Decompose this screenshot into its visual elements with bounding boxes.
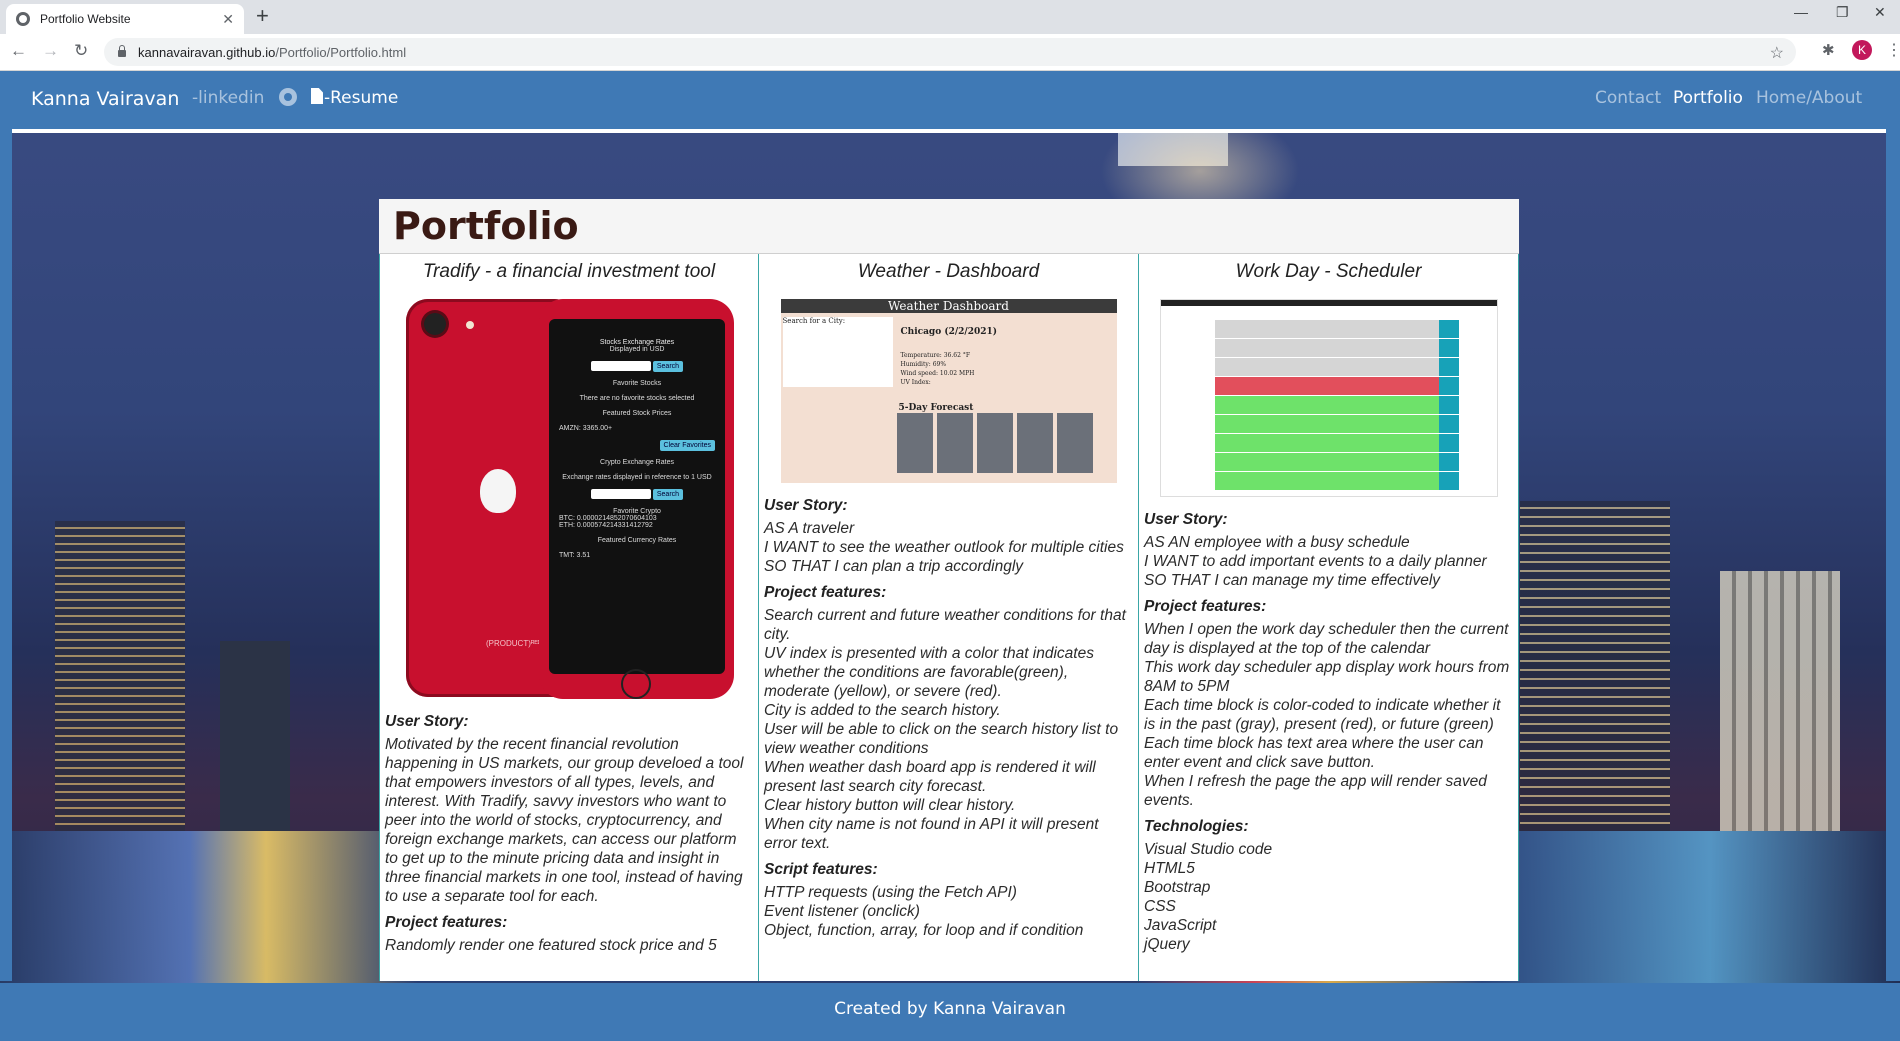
browser-toolbar: ← → ↻ kannavairavan.github.io/Portfolio/… [0,34,1900,71]
restore-icon[interactable]: ❐ [1836,4,1849,21]
file-icon [311,88,323,104]
brand-link[interactable]: Kanna Vairavan [31,88,179,110]
features-text: Randomly render one featured stock price… [385,937,717,954]
close-window-icon[interactable]: ✕ [1874,4,1886,21]
globe-icon [16,12,30,26]
reload-icon[interactable]: ↻ [74,41,88,61]
nav-portfolio[interactable]: Portfolio [1673,88,1743,108]
user-story-heading: User Story: [1144,511,1228,528]
nav-contact[interactable]: Contact [1595,88,1661,108]
bookmark-star-icon[interactable]: ☆ [1770,43,1784,63]
list-item: jQuery [1144,936,1190,953]
project-tradify: Tradify - a financial investment tool (P… [379,254,759,981]
linkedin-link[interactable]: -linkedin [192,88,264,108]
url-text: kannavairavan.github.io/Portfolio/Portfo… [138,44,407,60]
project-title: Work Day - Scheduler [1235,261,1422,282]
list-item: Visual Studio code [1144,841,1273,858]
features-heading: Project features: [764,584,887,601]
apple-logo-icon [480,469,516,513]
new-tab-icon[interactable]: + [256,5,269,27]
address-bar[interactable]: kannavairavan.github.io/Portfolio/Portfo… [104,38,1796,66]
tab-title: Portfolio Website [40,12,131,26]
project-title: Weather - Dashboard [857,261,1040,282]
page-title: Portfolio [393,204,579,248]
script-text: HTTP requests (using the Fetch API) Even… [764,884,1084,939]
weather-screenshot[interactable]: Weather Dashboard Search for a City: Chi… [780,299,1117,483]
project-weather: Weather - Dashboard Weather Dashboard Se… [759,254,1139,981]
list-item: CSS [1144,898,1176,915]
project-scheduler: Work Day - Scheduler User Story: AS AN e… [1139,254,1519,981]
nav-home-about[interactable]: Home/About [1756,88,1862,108]
features-heading: Project features: [1144,598,1267,615]
browser-tabstrip: Portfolio Website ✕ + — ❐ ✕ [0,0,1900,34]
list-item: JavaScript [1144,917,1217,934]
lock-icon [118,45,126,57]
portfolio-card: Portfolio Tradify - a financial investme… [379,199,1519,981]
camera-icon [424,313,446,335]
list-item: HTML5 [1144,860,1195,877]
user-story-heading: User Story: [764,497,848,514]
page: Kanna Vairavan -linkedin -Resume Contact… [0,71,1900,1041]
technologies-heading: Technologies: [1144,818,1249,835]
tradify-screenshot[interactable]: (PRODUCT)ᴿᴱᴰ Stocks Exchange Rates Displ… [404,299,734,699]
project-title: Tradify - a financial investment tool [422,261,716,282]
script-heading: Script features: [764,861,878,878]
minimize-icon[interactable]: — [1794,4,1808,20]
extensions-icon[interactable]: ✱ [1822,41,1835,59]
close-tab-icon[interactable]: ✕ [222,11,234,28]
features-text: When I open the work day scheduler then … [1144,621,1510,809]
user-story-text: AS A traveler I WANT to see the weather … [764,520,1124,575]
menu-icon[interactable]: ⋮ [1886,40,1900,60]
github-icon[interactable] [279,88,297,106]
features-text: Search current and future weather condit… [764,607,1126,852]
footer: Created by Kanna Vairavan [0,983,1900,1041]
user-story-heading: User Story: [385,713,469,730]
back-icon[interactable]: ← [10,41,27,61]
browser-tab[interactable]: Portfolio Website ✕ [6,4,244,34]
navbar: Kanna Vairavan -linkedin -Resume Contact… [12,71,1886,133]
technologies-list: Visual Studio code HTML5 Bootstrap CSS J… [1144,840,1513,954]
user-story-text: AS AN employee with a busy schedule I WA… [1144,534,1487,589]
list-item: Bootstrap [1144,879,1211,896]
user-story-text: Motivated by the recent financial revolu… [385,736,744,905]
features-heading: Project features: [385,914,508,931]
profile-avatar[interactable]: K [1852,40,1872,60]
forward-icon[interactable]: → [42,41,59,61]
scheduler-screenshot[interactable] [1159,299,1498,497]
resume-link[interactable]: -Resume [324,88,398,108]
